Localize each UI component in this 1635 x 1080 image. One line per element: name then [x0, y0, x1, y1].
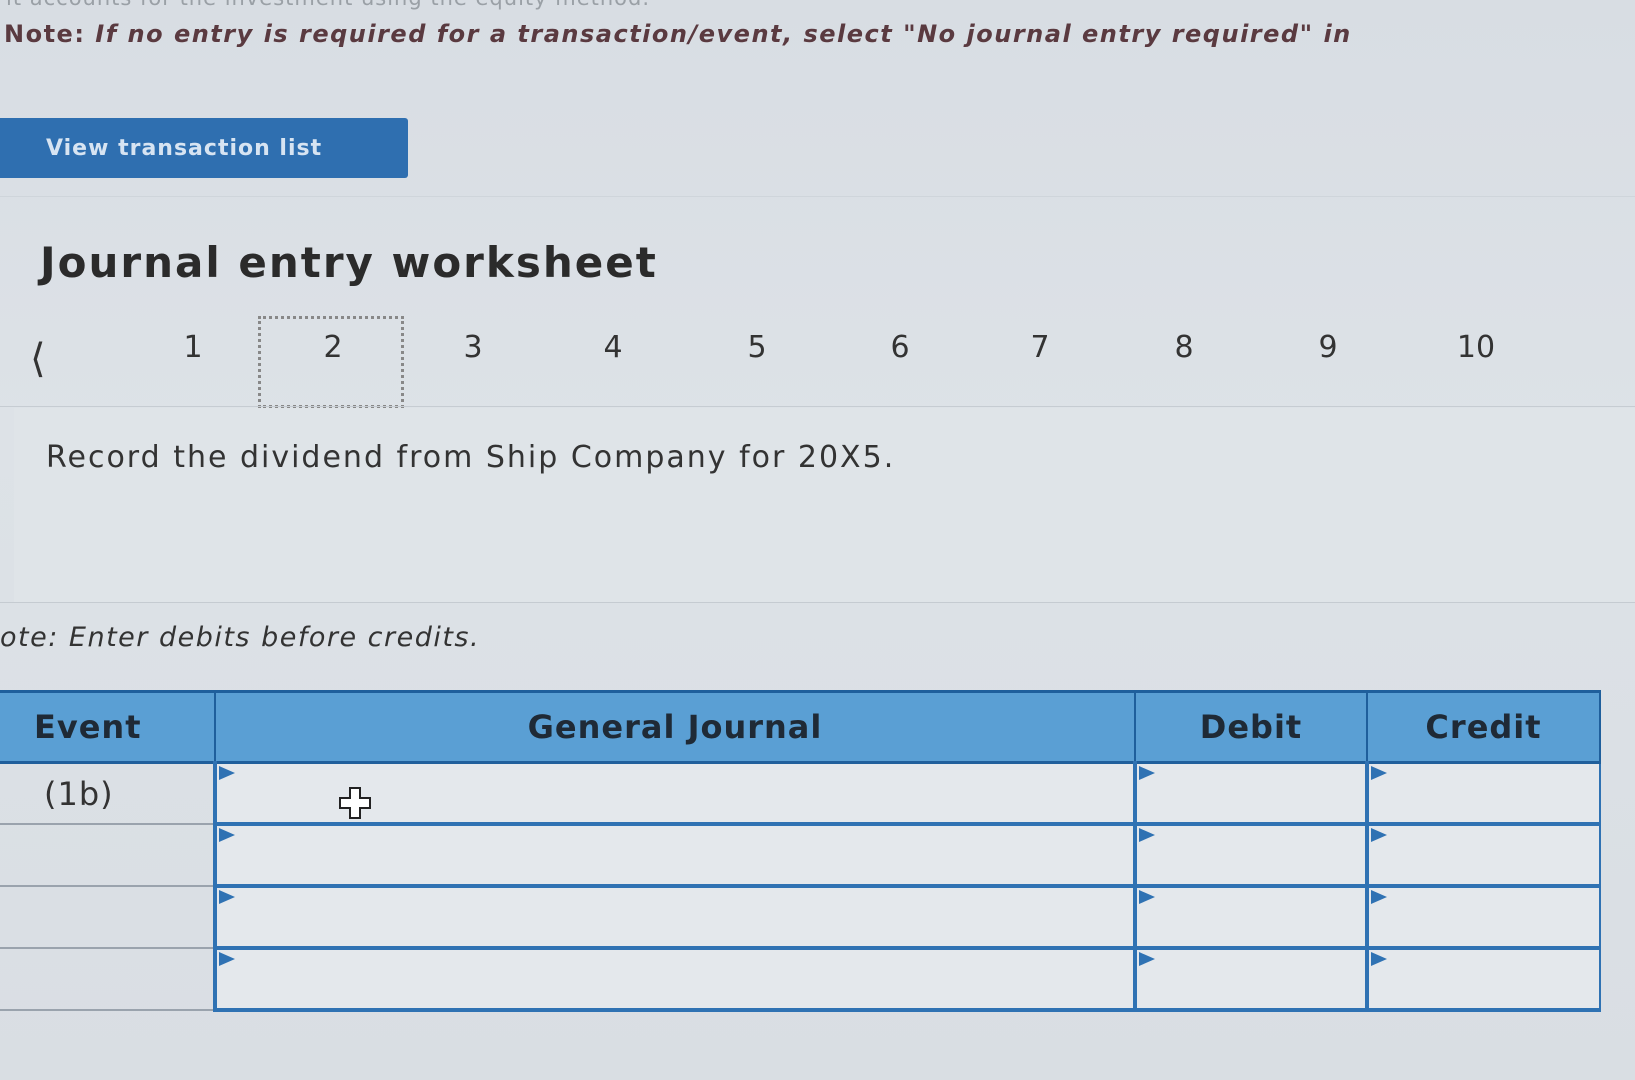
column-header-debit: Debit	[1135, 690, 1368, 764]
dropdown-flag-icon	[1371, 952, 1387, 966]
pager-divider	[0, 406, 1635, 407]
dropdown-flag-icon	[219, 828, 235, 842]
dropdown-flag-icon	[1371, 766, 1387, 780]
column-header-credit: Credit	[1367, 690, 1601, 764]
page-10[interactable]: 10	[1446, 330, 1506, 365]
page-6[interactable]: 6	[870, 330, 930, 365]
instruction-text: Record the dividend from Ship Company fo…	[46, 440, 896, 475]
event-cell: (1b)	[0, 762, 215, 825]
page-9[interactable]: 9	[1298, 330, 1358, 365]
table-row	[0, 948, 1601, 1012]
account-select-cell[interactable]	[213, 886, 1136, 950]
move-cursor-icon	[339, 787, 371, 819]
event-cell	[0, 948, 215, 1011]
event-cell	[0, 824, 215, 887]
credit-input-cell[interactable]	[1365, 824, 1601, 888]
debit-input-cell[interactable]	[1133, 762, 1368, 826]
credit-input-cell[interactable]	[1365, 886, 1601, 950]
account-select-cell[interactable]	[213, 948, 1136, 1012]
divider	[0, 196, 1635, 197]
worksheet-pager: ⟨ 1 2 3 4 5 6 7 8 9 10	[0, 312, 1635, 412]
page-3[interactable]: 3	[443, 330, 503, 365]
dropdown-flag-icon	[1139, 952, 1155, 966]
page-8[interactable]: 8	[1154, 330, 1214, 365]
page-7[interactable]: 7	[1010, 330, 1070, 365]
chevron-left-icon[interactable]: ⟨	[30, 336, 46, 382]
instruction-panel	[14, 408, 1635, 603]
dropdown-flag-icon	[1371, 890, 1387, 904]
dropdown-flag-icon	[219, 952, 235, 966]
debit-input-cell[interactable]	[1133, 886, 1368, 950]
note-prefix: Note:	[4, 20, 86, 48]
journal-entry-table: Event General Journal Debit Credit (1b)	[0, 690, 1601, 1012]
faded-instruction-line: it accounts for the investment using the…	[6, 0, 650, 10]
page-title: Journal entry worksheet	[40, 238, 658, 287]
dropdown-flag-icon	[219, 766, 235, 780]
divider	[0, 602, 1635, 603]
debit-input-cell[interactable]	[1133, 948, 1368, 1012]
column-header-event: Event	[0, 690, 216, 764]
page-4[interactable]: 4	[583, 330, 643, 365]
credit-input-cell[interactable]	[1365, 762, 1601, 826]
dropdown-flag-icon	[1139, 766, 1155, 780]
column-header-general-journal: General Journal	[215, 690, 1136, 764]
page-2[interactable]: 2	[303, 330, 363, 365]
table-row: (1b)	[0, 762, 1601, 826]
event-cell	[0, 886, 215, 949]
dropdown-flag-icon	[219, 890, 235, 904]
view-transaction-list-button[interactable]: View transaction list	[0, 118, 408, 178]
account-select-cell[interactable]	[213, 824, 1136, 888]
page-1[interactable]: 1	[163, 330, 223, 365]
note-text: If no entry is required for a transactio…	[95, 20, 1352, 48]
table-row	[0, 824, 1601, 888]
dropdown-flag-icon	[1139, 828, 1155, 842]
no-entry-note: Note: If no entry is required for a tran…	[4, 20, 1352, 48]
page-5[interactable]: 5	[727, 330, 787, 365]
debit-input-cell[interactable]	[1133, 824, 1368, 888]
credit-input-cell[interactable]	[1365, 948, 1601, 1012]
debit-credit-note: ote: Enter debits before credits.	[0, 622, 481, 653]
dropdown-flag-icon	[1371, 828, 1387, 842]
table-row	[0, 886, 1601, 950]
dropdown-flag-icon	[1139, 890, 1155, 904]
table-header-row: Event General Journal Debit Credit	[0, 690, 1601, 764]
